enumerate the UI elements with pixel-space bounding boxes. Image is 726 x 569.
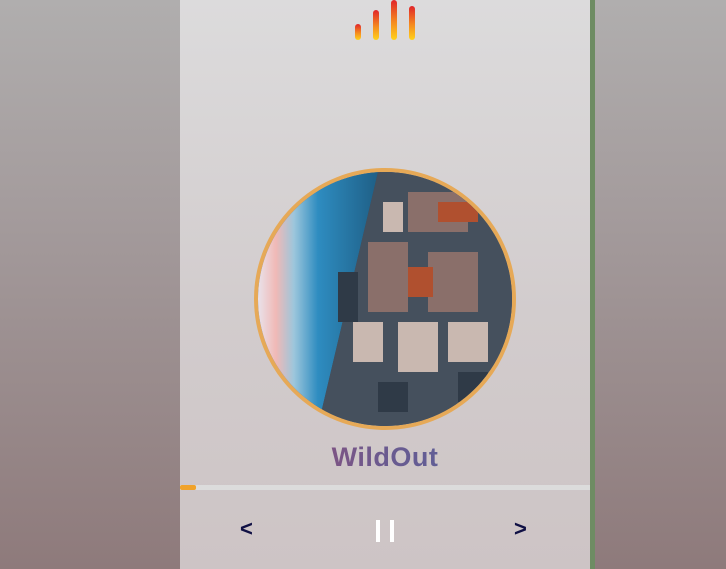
- equalizer-bar: [373, 10, 379, 40]
- equalizer-icon: [355, 0, 417, 42]
- pause-bar: [376, 520, 380, 542]
- track-title: WildOut: [180, 442, 590, 473]
- equalizer-bar: [391, 0, 397, 40]
- pause-bar: [390, 520, 394, 542]
- equalizer-bar: [409, 6, 415, 40]
- pause-icon[interactable]: [376, 520, 396, 542]
- progress-bar[interactable]: [180, 485, 590, 490]
- music-player: WildOut < >: [180, 0, 590, 569]
- progress-fill: [180, 485, 197, 490]
- album-art: [254, 168, 516, 430]
- city-skyline-image: [258, 172, 512, 426]
- prev-icon[interactable]: <: [240, 516, 253, 542]
- window-edge: [590, 0, 595, 569]
- next-icon[interactable]: >: [514, 516, 527, 542]
- equalizer-bar: [355, 24, 361, 40]
